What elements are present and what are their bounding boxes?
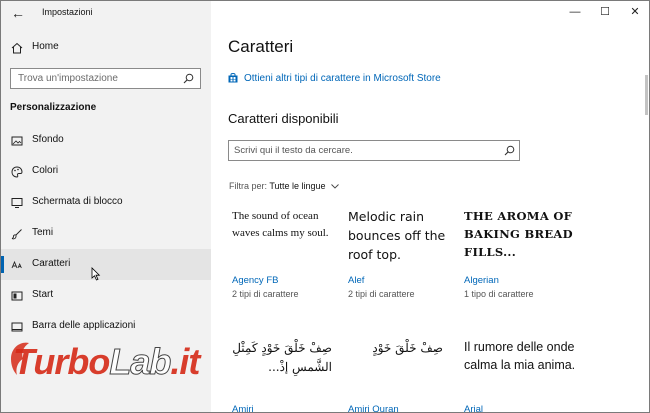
filter-value: Tutte le lingue [269,181,326,191]
font-count: 2 tipi di carattere [232,289,299,299]
font-preview: Il rumore delle onde calma la mia anima. [464,340,576,372]
font-search-placeholder: Scrivi qui il testo da cercare. [234,145,353,156]
back-arrow-icon[interactable]: ← [7,3,29,23]
settings-window: ← Impostazioni Home Trova un'impostazion… [0,0,650,413]
watermark: TurboLab.it [13,341,200,383]
font-icon [11,260,22,269]
language-filter[interactable]: Filtra per: Tutte le lingue [229,181,339,191]
taskbar-icon [11,322,23,332]
font-count: 2 tipi di carattere [348,289,415,299]
available-fonts-heading: Caratteri disponibili [228,111,339,126]
maximize-button[interactable]: ☐ [591,3,619,21]
monitor-icon [11,198,23,208]
font-card-alef[interactable]: Melodic rain bounces off the roof top. A… [348,208,458,308]
sidebar-item-label: Sfondo [32,134,64,145]
font-card-agency-fb[interactable]: The sound of ocean waves calms my soul. … [232,208,342,308]
font-name: Algerian [464,275,499,286]
home-nav-item[interactable]: Home [1,37,211,59]
title-bar: ← Impostazioni [1,1,211,25]
sidebar-item-label: Colori [32,165,59,176]
font-card-arial[interactable]: Il rumore delle onde calma la mia anima.… [464,339,579,413]
font-name: Amiri [232,404,254,413]
home-label: Home [32,41,59,52]
sidebar-item-temi[interactable]: Temi [1,218,211,249]
sidebar-item-barra-delle-applicazioni[interactable]: Barra delle applicazioni [1,311,211,342]
font-name: Agency FB [232,275,279,286]
filter-label: Filtra per: [229,181,268,191]
font-preview: THE AROMA OF BAKING BREAD FILLS... [464,209,573,259]
settings-search-input[interactable]: Trova un'impostazione [10,68,201,89]
sidebar-item-caratteri[interactable]: Caratteri [1,249,211,280]
watermark-text-red: Turbo [13,341,110,382]
search-icon[interactable] [183,73,194,84]
font-card-algerian[interactable]: THE AROMA OF BAKING BREAD FILLS... Alger… [464,208,584,308]
font-preview: Melodic rain bounces off the roof top. [348,209,446,262]
sidebar-item-label: Temi [32,227,54,238]
palette-icon [11,166,23,178]
sidebar-item-schermata-di-blocco[interactable]: Schermata di blocco [1,187,211,218]
start-icon [11,291,23,301]
font-name: Alef [348,275,365,286]
minimize-button[interactable]: — [561,3,589,21]
sidebar-item-colori[interactable]: Colori [1,156,211,187]
font-name: Amiri Quran [348,404,399,413]
image-icon [11,136,23,146]
sidebar-item-label: Start [32,289,54,300]
search-placeholder: Trova un'impostazione [18,73,118,84]
font-preview: صِفْ خَلْقَ خَوْدٍ [372,341,443,355]
app-title: Impostazioni [42,7,93,17]
chevron-down-icon [331,184,339,189]
font-count: 1 tipo di carattere [464,289,534,299]
store-link[interactable]: Ottieni altri tipi di carattere in Micro… [244,73,441,84]
font-card-amiri-quran[interactable]: صِفْ خَلْقَ خَوْدٍ Amiri Quran [348,339,458,413]
font-card-amiri[interactable]: صِفْ خَلْقَ خَوْدٍ كَمِثْلِ الشَّمسِ إذْ… [232,339,342,413]
sidebar-item-sfondo[interactable]: Sfondo [1,125,211,156]
sidebar-item-start[interactable]: Start [1,280,211,311]
sidebar-item-label: Barra delle applicazioni [32,320,136,331]
search-icon[interactable] [504,145,515,156]
scrollbar-thumb[interactable] [645,75,648,115]
font-search-input[interactable]: Scrivi qui il testo da cercare. [228,140,520,161]
font-preview: The sound of ocean waves calms my soul. [232,210,329,240]
font-preview: صِفْ خَلْقَ خَوْدٍ كَمِثْلِ الشَّمسِ إذْ… [232,341,332,375]
font-name: Arial [464,404,484,413]
sidebar-item-label: Caratteri [32,258,71,269]
page-title: Caratteri [228,37,294,56]
title-bar-controls: — ☐ ✕ [211,1,649,25]
scrollbar[interactable] [642,25,649,412]
watermark-text-end: .it [170,341,200,382]
home-icon [11,42,23,54]
watermark-text-white: Lab [109,341,172,383]
store-icon [228,73,238,83]
mouse-cursor-icon [91,267,101,281]
selection-indicator [1,256,4,273]
section-title: Personalizzazione [10,102,97,113]
brush-icon [11,229,22,240]
sidebar-item-label: Schermata di blocco [32,196,123,207]
close-button[interactable]: ✕ [621,3,649,21]
